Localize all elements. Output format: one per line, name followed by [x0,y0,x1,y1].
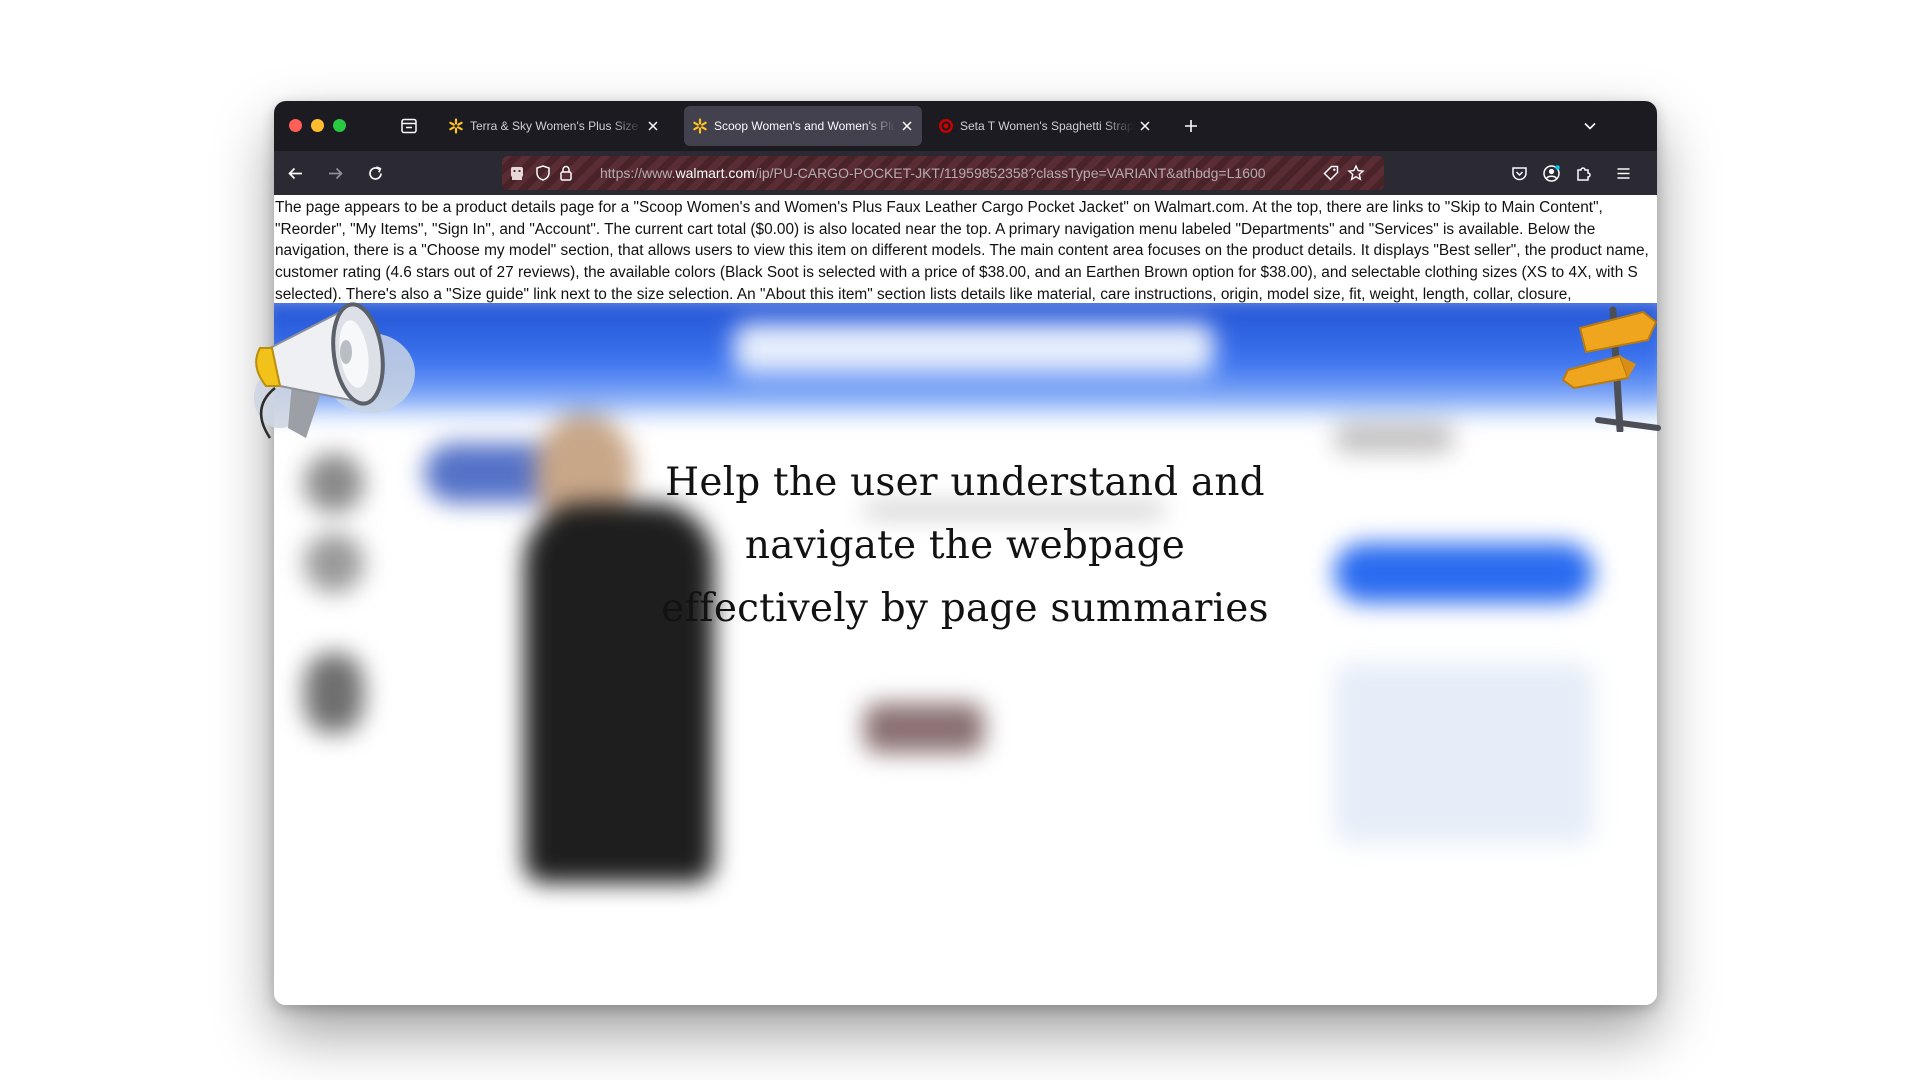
zoom-window-button[interactable] [333,119,346,132]
padlock-icon[interactable] [557,164,575,182]
remote-control-robot-icon[interactable] [508,164,526,182]
tab-terra-sky[interactable]: Terra & Sky Women's Plus Size Denim [440,106,668,146]
list-all-tabs-chevron-icon[interactable] [1582,118,1598,134]
close-tab-icon[interactable] [1138,119,1152,133]
address-bar[interactable]: https://www.walmart.com/ip/PU-CARGO-POCK… [502,156,1384,190]
page-summary-text: The page appears to be a product details… [274,195,1657,303]
tab-title: Seta T Women's Spaghetti Strap [960,119,1134,133]
tab-scoop-jacket[interactable]: Scoop Women's and Women's Plus Faux [684,106,922,146]
navigation-toolbar: https://www.walmart.com/ip/PU-CARGO-POCK… [274,151,1657,195]
target-bullseye-icon [939,119,953,133]
tab-title: Scoop Women's and Women's Plus Faux [714,119,896,133]
promo-headline: Help the user understand and navigate th… [661,460,1269,631]
walmart-spark-icon [449,118,463,134]
forward-arrow-icon[interactable] [326,164,345,183]
close-window-button[interactable] [289,119,302,132]
minimize-window-button[interactable] [311,119,324,132]
hamburger-menu-icon[interactable] [1614,164,1633,183]
tab-title: Terra & Sky Women's Plus Size Denim [470,119,642,133]
walmart-spark-icon [693,118,707,134]
megaphone-icon [254,302,415,439]
blurred-walmart-product-page: Help the user understand and navigate th… [274,303,1657,1005]
back-arrow-icon[interactable] [286,164,305,183]
price-tag-icon[interactable] [1322,164,1340,182]
account-avatar-icon[interactable] [1542,164,1561,183]
pocket-icon[interactable] [1510,164,1529,183]
tab-strip: Terra & Sky Women's Plus Size Denim Scoo… [274,101,1657,151]
bookmark-star-icon[interactable] [1347,164,1365,182]
tab-seta-t[interactable]: Seta T Women's Spaghetti Strap [930,106,1160,146]
page-content: The page appears to be a product details… [274,195,1657,1005]
close-tab-icon[interactable] [900,119,914,133]
browser-window: Terra & Sky Women's Plus Size Denim Scoo… [274,101,1657,1005]
signpost-icon [1561,306,1661,432]
url-text[interactable]: https://www.walmart.com/ip/PU-CARGO-POCK… [600,165,1280,181]
extensions-puzzle-icon[interactable] [1574,164,1593,183]
tracking-protection-shield-icon[interactable] [534,164,552,182]
blurred-page-background [274,303,1657,1005]
close-tab-icon[interactable] [646,119,660,133]
firefox-view-icon[interactable] [400,117,418,135]
new-tab-plus-icon[interactable] [1182,117,1200,135]
reload-icon[interactable] [366,164,385,183]
